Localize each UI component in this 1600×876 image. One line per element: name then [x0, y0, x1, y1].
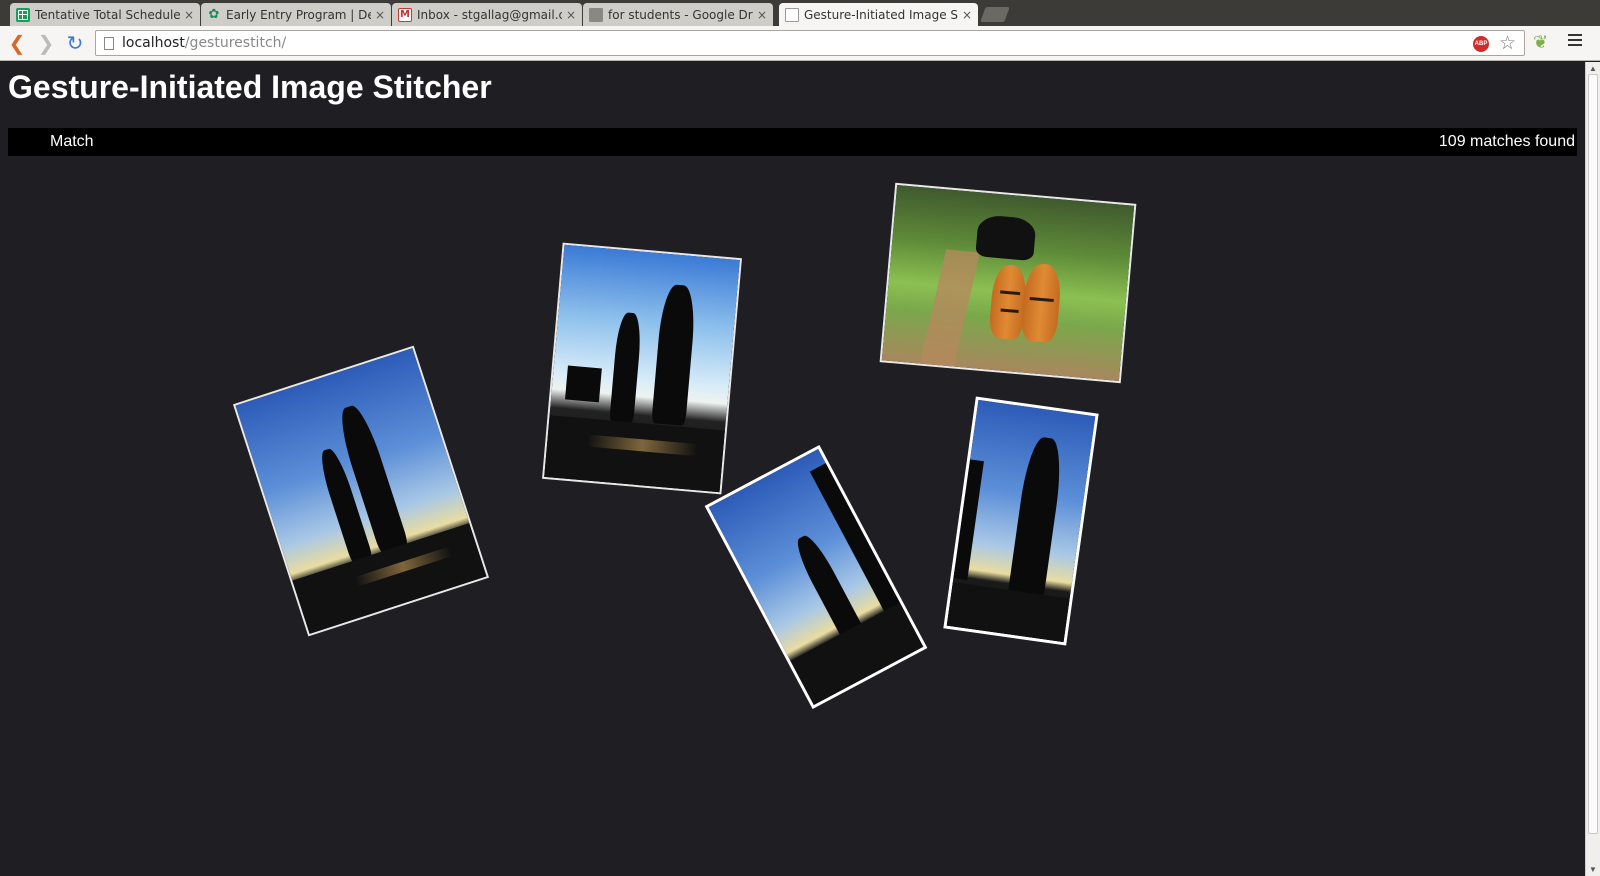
- close-icon[interactable]: ×: [566, 8, 576, 22]
- photo-couple-dusk[interactable]: [232, 345, 490, 637]
- close-icon[interactable]: ×: [757, 8, 767, 22]
- page-title: Gesture-Initiated Image Stitcher: [8, 69, 492, 105]
- vertical-scrollbar[interactable]: ▲ ▼: [1585, 62, 1600, 876]
- match-count: 109 matches found: [1438, 133, 1575, 150]
- tab-title: for students - Google Driv: [608, 7, 753, 22]
- tab-google-drive[interactable]: for students - Google Driv ×: [583, 3, 773, 26]
- tab-title: Inbox - stgallag@gmail.co: [417, 7, 562, 22]
- page-icon: [104, 37, 114, 50]
- back-button[interactable]: ❮: [6, 32, 28, 54]
- scroll-thumb[interactable]: [1588, 74, 1598, 834]
- tab-strip: Tentative Total Schedule × ✿ Early Entry…: [0, 0, 1600, 26]
- tab-title: Early Entry Program | Dep: [226, 7, 371, 22]
- reload-button[interactable]: ↻: [64, 32, 86, 54]
- tab-tentative-schedule[interactable]: Tentative Total Schedule ×: [10, 3, 200, 26]
- adblock-icon[interactable]: ABP: [1473, 36, 1489, 52]
- lotus-icon: ✿: [208, 7, 220, 22]
- match-button[interactable]: Match: [50, 133, 94, 151]
- new-tab-button[interactable]: [980, 7, 1010, 22]
- match-bar: Match 109 matches found: [8, 128, 1577, 156]
- close-icon[interactable]: ×: [375, 8, 385, 22]
- tab-title: Tentative Total Schedule: [35, 7, 180, 22]
- tab-inbox[interactable]: M Inbox - stgallag@gmail.co ×: [392, 3, 582, 26]
- tab-early-entry[interactable]: ✿ Early Entry Program | Dep ×: [201, 3, 391, 26]
- silhouette-chair: [565, 365, 602, 403]
- close-icon[interactable]: ×: [962, 8, 972, 22]
- gmail-icon: M: [398, 7, 412, 22]
- tab-image-stitcher[interactable]: Gesture-Initiated Image S ×: [779, 3, 978, 26]
- folder-icon: [589, 7, 603, 22]
- url-path: /gesturestitch/: [184, 35, 287, 51]
- close-icon[interactable]: ×: [184, 8, 194, 22]
- spreadsheet-icon: [16, 7, 30, 22]
- gaur: [975, 214, 1037, 262]
- extension-leaf-icon[interactable]: ❦: [1533, 32, 1548, 53]
- photo-tigers[interactable]: [879, 182, 1137, 384]
- photo-couple-bright[interactable]: [542, 242, 742, 495]
- browser-toolbar: ❮ ❯ ↻ localhost/gesturestitch/ ABP ☆ ❦: [0, 26, 1600, 61]
- scroll-down-icon[interactable]: ▼: [1589, 865, 1597, 874]
- tab-title: Gesture-Initiated Image S: [804, 7, 958, 22]
- bookmark-star-icon[interactable]: ☆: [1499, 32, 1516, 55]
- forward-button[interactable]: ❯: [35, 32, 57, 54]
- url-text[interactable]: localhost/gesturestitch/: [122, 35, 286, 51]
- photo-couple-cropped[interactable]: [704, 444, 928, 710]
- page-viewport: Gesture-Initiated Image Stitcher Match 1…: [0, 62, 1585, 876]
- menu-icon[interactable]: [1568, 34, 1582, 46]
- page-icon: [785, 7, 799, 22]
- address-bar[interactable]: localhost/gesturestitch/ ABP ☆: [95, 30, 1525, 56]
- url-host: localhost: [122, 35, 185, 51]
- photo-man-cropped[interactable]: [943, 396, 1099, 646]
- scroll-up-icon[interactable]: ▲: [1589, 64, 1597, 73]
